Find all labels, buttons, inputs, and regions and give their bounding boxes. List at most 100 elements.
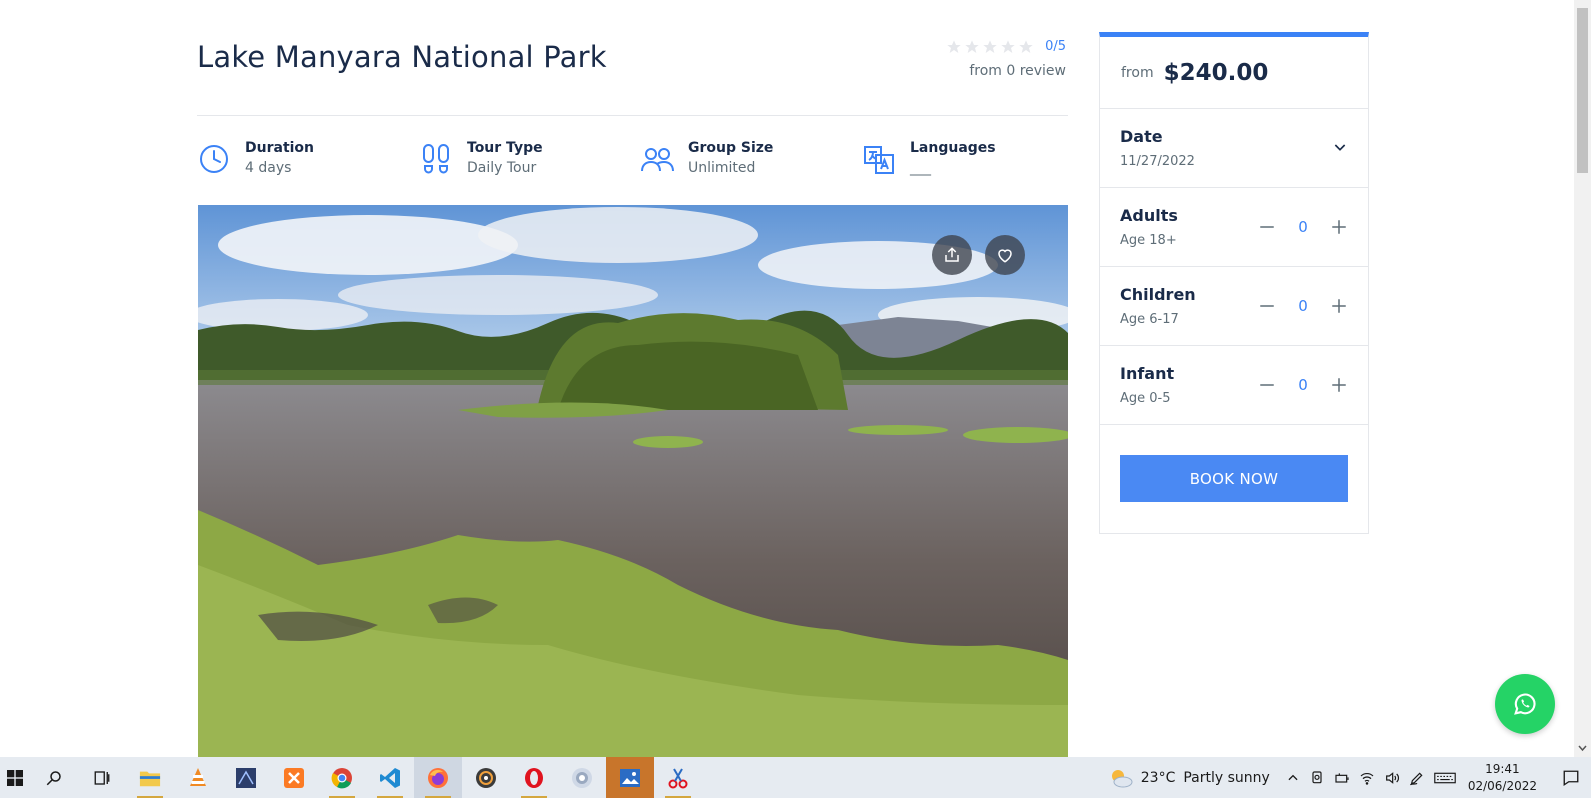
weather-widget[interactable]: 23°C Partly sunny (1109, 767, 1270, 789)
chevron-up-icon[interactable] (1286, 771, 1300, 785)
vlc-icon (190, 767, 206, 786)
guest-row-adults: Adults Age 18+ 0 (1100, 188, 1368, 267)
taskbar-app-2[interactable] (558, 757, 606, 798)
footprints-icon (423, 144, 449, 174)
app-icon-2 (572, 767, 592, 788)
app-icon (236, 767, 256, 788)
clock[interactable]: 19:41 02/06/2022 (1468, 761, 1537, 795)
scrollbar-thumb[interactable] (1577, 8, 1588, 173)
guest-row-children: Children Age 6-17 0 (1100, 267, 1368, 346)
pen-icon[interactable] (1409, 770, 1425, 786)
quantity-stepper: 0 (1256, 216, 1350, 238)
minus-button[interactable] (1256, 216, 1278, 238)
lake-photo (198, 205, 1068, 757)
feature-label: Tour Type (467, 140, 543, 156)
plus-icon (1332, 378, 1346, 392)
feature-value: ___ (910, 160, 931, 176)
taskbar-file-explorer[interactable] (126, 757, 174, 798)
plus-button[interactable] (1328, 295, 1350, 317)
minus-icon (1260, 226, 1274, 228)
heart-icon (998, 249, 1012, 263)
taskbar-task-view[interactable] (78, 757, 126, 798)
date-label: Date (1120, 127, 1163, 146)
wishlist-button[interactable] (985, 235, 1025, 275)
feature-tour-type: Tour Type Daily Tour (419, 136, 543, 176)
taskbar-photos[interactable] (606, 757, 654, 798)
task-view-icon (94, 770, 110, 785)
snipping-tool-icon (668, 767, 688, 788)
guest-age: Age 18+ (1120, 233, 1177, 248)
partly-sunny-icon (1111, 769, 1133, 787)
guest-age: Age 6-17 (1120, 312, 1179, 327)
quantity-value[interactable]: 0 (1278, 297, 1328, 315)
tour-image[interactable] (198, 205, 1068, 757)
plus-button[interactable] (1328, 216, 1350, 238)
minus-button[interactable] (1256, 374, 1278, 396)
taskbar-app[interactable] (222, 757, 270, 798)
battery-icon[interactable] (1334, 770, 1350, 786)
firefox-icon (428, 767, 448, 788)
chevron-down-icon[interactable] (1332, 139, 1348, 155)
feature-value: Daily Tour (467, 160, 537, 176)
media-icon (476, 767, 496, 788)
divider (197, 115, 1068, 116)
taskbar-snipping-tool[interactable] (654, 757, 702, 798)
tour-features: Duration 4 days Tour Type Daily Tour Gro… (197, 136, 1068, 186)
tray-icons (1286, 770, 1456, 786)
share-icon (945, 247, 959, 262)
tour-page: Lake Manyara National Park 0/5 from 0 re… (0, 0, 1591, 757)
scrollbar[interactable] (1574, 0, 1591, 757)
keyboard-icon[interactable] (1434, 770, 1456, 786)
taskbar-search[interactable] (30, 757, 78, 798)
vscode-icon (380, 767, 400, 788)
booking-panel: from $240.00 Date 11/27/2022 Adults Age … (1099, 32, 1369, 534)
feature-label: Languages (910, 140, 996, 156)
clock-icon (200, 145, 228, 173)
taskbar-chrome[interactable] (318, 757, 366, 798)
weather-text: Partly sunny (1183, 769, 1270, 786)
date-value: 11/27/2022 (1120, 154, 1195, 169)
start-icon (7, 769, 23, 786)
taskbar-opera[interactable] (510, 757, 558, 798)
device-icon[interactable] (1309, 770, 1325, 786)
photos-icon (620, 768, 640, 787)
from-label: from (1121, 64, 1154, 81)
share-button[interactable] (932, 235, 972, 275)
book-wrap: BOOK NOW (1100, 425, 1368, 532)
system-tray: 23°C Partly sunny 19:41 02/06/2022 (1109, 757, 1591, 798)
taskbar-vscode[interactable] (366, 757, 414, 798)
plus-button[interactable] (1328, 374, 1350, 396)
quantity-value[interactable]: 0 (1278, 376, 1328, 394)
quantity-stepper: 0 (1256, 295, 1350, 317)
guest-label: Children (1120, 285, 1196, 304)
group-icon (641, 148, 674, 172)
star-icon (947, 39, 961, 53)
minus-button[interactable] (1256, 295, 1278, 317)
notification-icon (1563, 770, 1579, 786)
quantity-stepper: 0 (1256, 374, 1350, 396)
book-now-button[interactable]: BOOK NOW (1120, 455, 1348, 502)
quantity-value[interactable]: 0 (1278, 218, 1328, 236)
weather-temp: 23°C (1140, 769, 1176, 786)
clock-date: 02/06/2022 (1467, 778, 1537, 793)
scroll-down-icon[interactable] (1577, 743, 1588, 753)
taskbar-vlc[interactable] (174, 757, 222, 798)
taskbar-firefox[interactable] (414, 757, 462, 798)
start-button[interactable] (0, 757, 30, 798)
whatsapp-button[interactable] (1495, 674, 1555, 734)
plus-icon (1332, 220, 1346, 234)
taskbar: 23°C Partly sunny 19:41 02/06/2022 (0, 757, 1591, 798)
date-selector[interactable]: Date 11/27/2022 (1100, 109, 1368, 188)
notification-button[interactable] (1551, 757, 1591, 798)
taskbar-xampp[interactable] (270, 757, 318, 798)
rating-score: 0/5 (1045, 39, 1066, 54)
star-icon (1001, 39, 1015, 53)
feature-languages: Languages ___ (862, 136, 996, 176)
taskbar-media[interactable] (462, 757, 510, 798)
volume-icon[interactable] (1384, 770, 1400, 786)
wifi-icon[interactable] (1359, 770, 1375, 786)
guest-label: Infant (1120, 364, 1175, 383)
guest-age: Age 0-5 (1120, 391, 1171, 406)
feature-value: Unlimited (688, 160, 756, 176)
guest-label: Adults (1120, 206, 1178, 225)
